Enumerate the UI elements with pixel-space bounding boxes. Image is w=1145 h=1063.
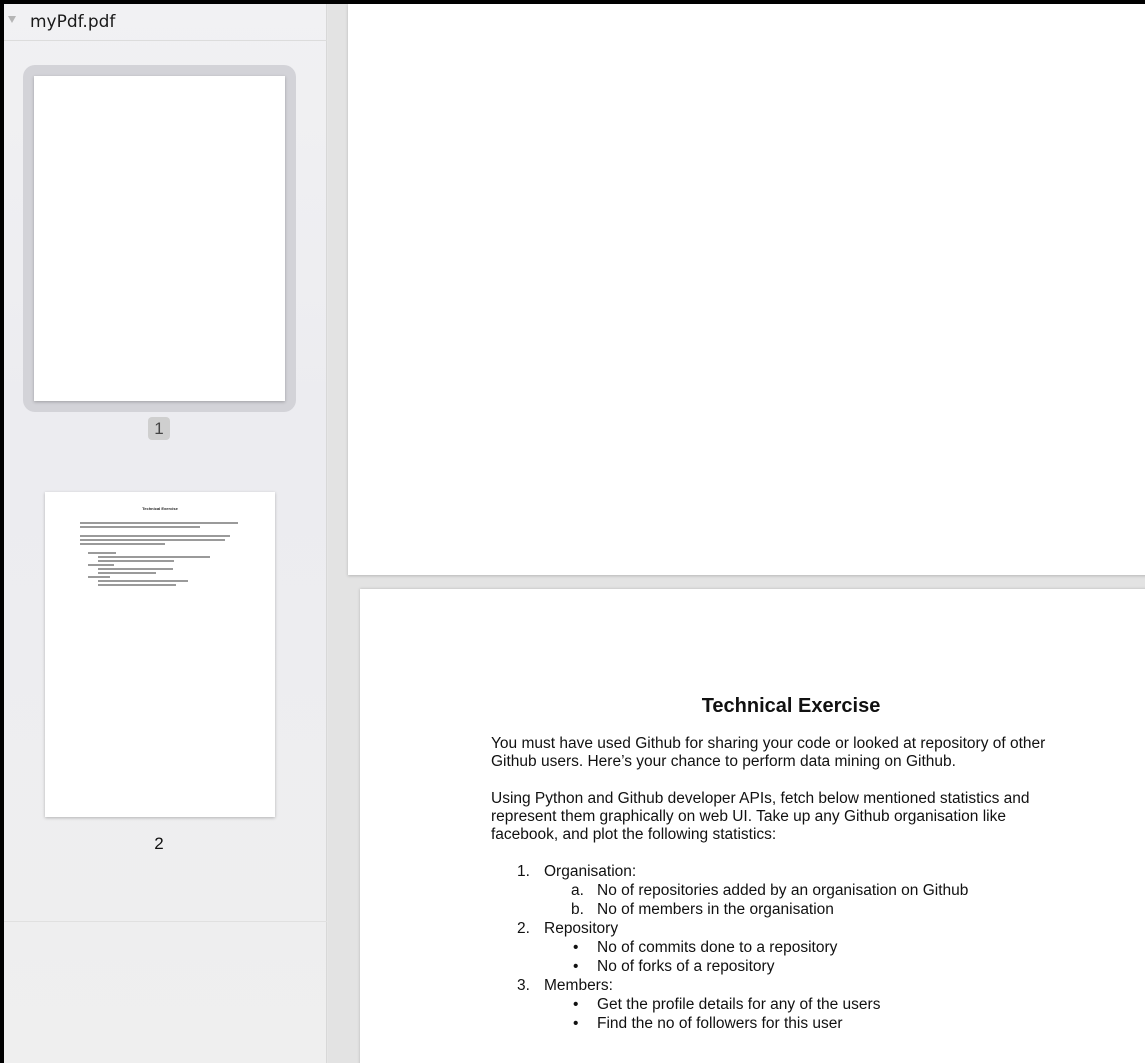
sidebar-header[interactable]: myPdf.pdf: [4, 4, 327, 41]
list-marker: •: [573, 939, 579, 956]
list-marker: b.: [571, 901, 584, 918]
document-title: Technical Exercise: [701, 695, 881, 717]
text-line: Github users. Here’s your chance to perf…: [491, 753, 956, 770]
page-number-label-1: 1: [148, 417, 170, 440]
pdf-page-2: Technical Exercise You must have used Gi…: [360, 589, 1145, 1063]
thumbnail-sidebar: myPdf.pdf 1 Technical Exercise 2: [4, 4, 327, 1063]
list-item: No of repositories added by an organisat…: [597, 882, 969, 899]
thumbnail-title: Technical Exercise: [142, 506, 178, 511]
list-marker: •: [573, 958, 579, 975]
list-item: No of commits done to a repository: [597, 939, 838, 956]
list-marker: a.: [571, 882, 584, 899]
file-name: myPdf.pdf: [30, 12, 116, 32]
page-thumbnail-2[interactable]: Technical Exercise: [45, 492, 275, 817]
pdf-page-1: [348, 4, 1145, 575]
list-marker: •: [573, 1015, 579, 1032]
sidebar-divider: [4, 921, 327, 922]
text-line: represent them graphically on web UI. Ta…: [491, 808, 1006, 825]
list-item: Organisation:: [544, 863, 637, 880]
text-line: Using Python and Github developer APIs, …: [491, 790, 1030, 807]
list-item: Find the no of followers for this user: [597, 1015, 843, 1032]
thumbnail-preview-content: Technical Exercise: [45, 492, 275, 817]
list-item: No of members in the organisation: [597, 901, 834, 918]
text-line: You must have used Github for sharing yo…: [491, 735, 1046, 752]
text-line: facebook, and plot the following statist…: [491, 826, 777, 843]
list-marker: 3.: [517, 977, 530, 994]
document-view[interactable]: Technical Exercise You must have used Gi…: [328, 4, 1145, 1063]
list-item: Get the profile details for any of the u…: [597, 996, 881, 1013]
preview-window: myPdf.pdf 1 Technical Exercise 2 Technic…: [4, 4, 1145, 1063]
list-marker: •: [573, 996, 579, 1013]
disclosure-triangle-icon[interactable]: [8, 16, 16, 23]
paragraph-intro: You must have used Github for sharing yo…: [491, 735, 1091, 771]
paragraph-task: Using Python and Github developer APIs, …: [491, 790, 1091, 844]
page-number-label-2: 2: [154, 834, 164, 853]
list-item: Repository: [544, 920, 619, 937]
list-item: No of forks of a repository: [597, 958, 775, 975]
list-item: Members:: [544, 977, 613, 994]
list-marker: 2.: [517, 920, 530, 937]
page-thumbnail-1[interactable]: [34, 76, 285, 401]
list-marker: 1.: [517, 863, 530, 880]
